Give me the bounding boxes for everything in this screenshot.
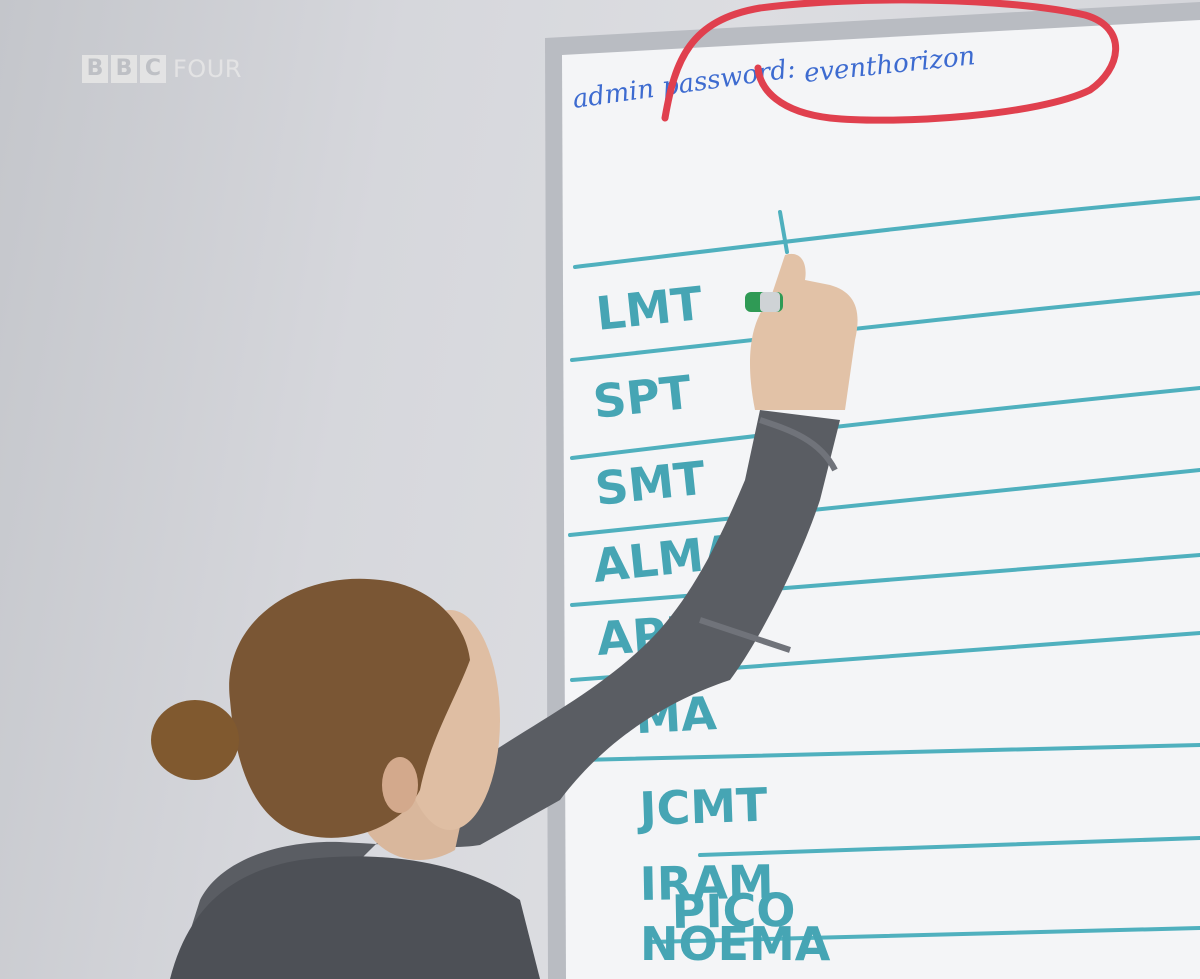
row-label: SMT xyxy=(593,451,709,516)
row-label: LMT xyxy=(594,276,706,341)
whiteboard-scene: LMT SPT SMT ALMA APEX SMA JCMT IRAM NOEM… xyxy=(151,0,1200,979)
row-label: SPT xyxy=(591,365,695,429)
row-label: JCMT xyxy=(636,778,769,837)
row-label: PICO xyxy=(671,883,796,939)
tv-frame: B B C FOUR LMT SPT SMT ALMA APEX xyxy=(0,0,1200,979)
marker-pen xyxy=(745,292,783,312)
ear xyxy=(382,757,418,813)
hair-bun xyxy=(151,700,239,780)
